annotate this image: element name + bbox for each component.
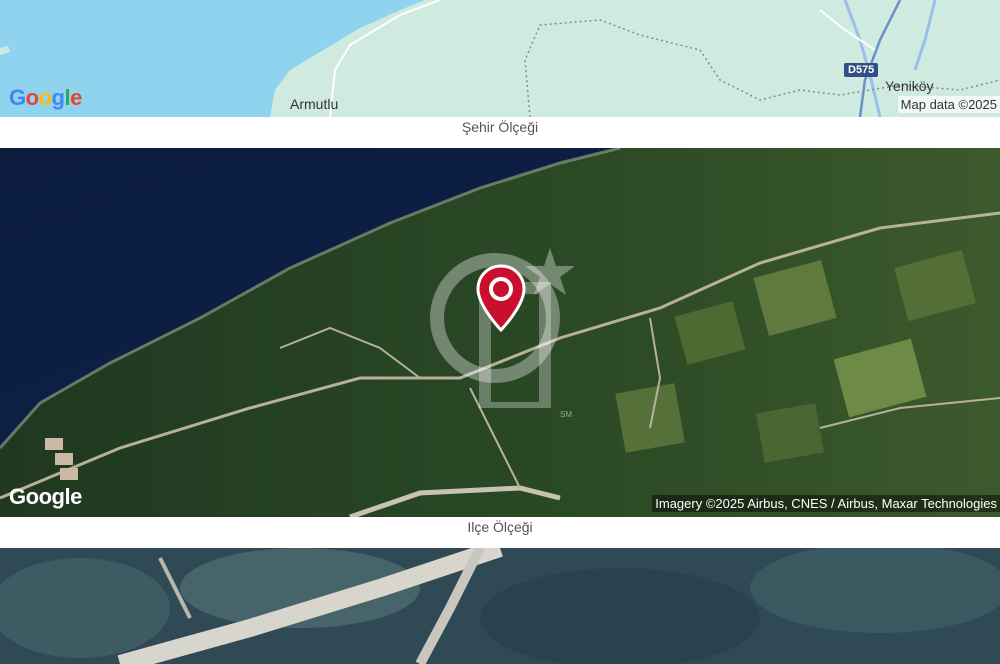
district-scale-map[interactable]: SM Google Imagery ©2025 Airbus, CNES / A… [0, 148, 1000, 517]
town-label-armutlu: Armutlu [290, 96, 339, 112]
watermark-trademark: SM [560, 410, 572, 419]
google-logo: Google [9, 484, 82, 509]
map-data-credit[interactable]: Map data ©2025 [897, 96, 1000, 113]
city-scale-caption: Şehir Ölçeği [461, 119, 539, 135]
location-pin-icon[interactable] [476, 264, 526, 334]
town-label-yenikoy: Yeniköy [885, 78, 934, 94]
google-logo: Google [9, 85, 82, 110]
closeup-satellite-map[interactable] [0, 548, 1000, 664]
closeup-satellite-graphic [0, 548, 1000, 664]
road-shield-d575: D575 [844, 63, 879, 77]
city-scale-map[interactable]: Armutlu Yeniköy D575 Google Map data ©20… [0, 0, 1000, 117]
district-scale-caption: Ilçe Ölçeği [467, 519, 533, 535]
imagery-credit[interactable]: Imagery ©2025 Airbus, CNES / Airbus, Max… [652, 495, 1000, 512]
city-map-graphic [0, 0, 1000, 117]
